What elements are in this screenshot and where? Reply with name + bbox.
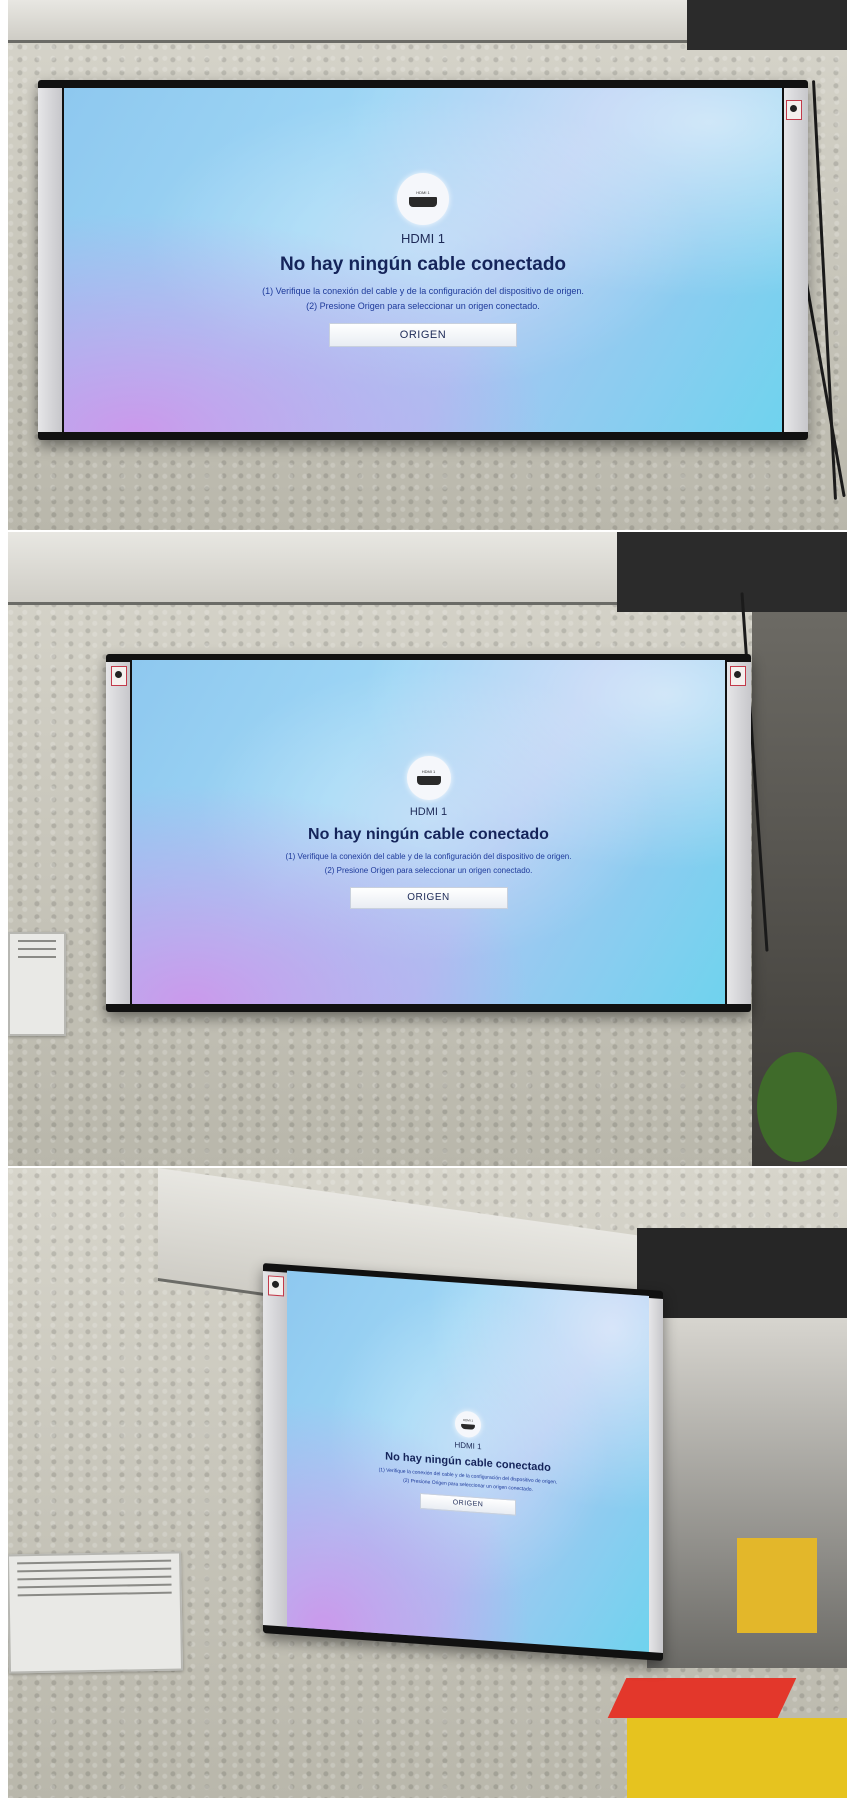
floor-pattern [627,1718,847,1798]
wall-plaque [8,932,66,1036]
hdmi-source-badge: HDMI 1 [397,173,449,225]
sticker-logo [111,666,127,686]
plant [757,1052,837,1162]
origen-button[interactable]: ORIGEN [420,1492,516,1516]
photo-1: HDMI 1 HDMI 1 No hay ningún cable conect… [8,0,847,530]
sticker-logo [786,100,802,120]
floor-pattern [607,1678,797,1718]
hint-line-2: (2) Presione Origen para seleccionar un … [306,301,540,311]
tv: HDMI 1 HDMI 1 No hay ningún cable conect… [106,654,751,1012]
wall-plaque [8,1551,184,1674]
tv-side-panel-right [649,1297,663,1653]
tv-screen: HDMI 1 HDMI 1 No hay ningún cable conect… [64,88,782,432]
hdmi-port-icon [416,776,441,785]
ceiling-opening [687,0,847,50]
tv-side-panel-left [38,88,62,432]
plaque-line [18,948,56,950]
hdmi-badge-text: HDMI 1 [421,769,436,774]
plaque-line [17,1591,172,1597]
source-label: HDMI 1 [409,805,448,818]
tv-side-panel-left [106,662,130,1004]
plaque-line [17,1583,172,1589]
tv: HDMI 1 HDMI 1 No hay ningún cable conect… [263,1263,663,1661]
plaque-line [17,1567,172,1573]
hint-line-2: (2) Presione Origen para seleccionar un … [324,865,533,875]
source-label: HDMI 1 [400,231,446,246]
plaque-line [18,956,56,958]
hdmi-source-badge: HDMI 1 [455,1409,481,1438]
hint-line-1: (1) Verifique la conexión del cable y de… [262,286,584,296]
origen-button[interactable]: ORIGEN [349,886,508,909]
hdmi-source-badge: HDMI 1 [406,755,451,800]
plaque-line [18,940,56,942]
no-cable-title: No hay ningún cable conectado [308,825,549,843]
tv-side-panel-right [727,662,751,1004]
plaque-line [17,1575,172,1581]
tv-screen: HDMI 1 HDMI 1 No hay ningún cable conect… [287,1270,649,1652]
hdmi-badge-text: HDMI 1 [416,190,430,195]
ceiling-opening [617,532,847,612]
plaque-line [17,1559,172,1565]
yellow-barrier [737,1538,817,1633]
hint-line-1: (1) Verifique la conexión del cable y de… [285,851,572,861]
tv-side-panel-left [263,1271,287,1627]
tv-side-panel-right [784,88,808,432]
tv-screen: HDMI 1 HDMI 1 No hay ningún cable conect… [132,660,725,1004]
photo-3: HDMI 1 HDMI 1 No hay ningún cable conect… [8,1168,847,1798]
sticker-logo [730,666,746,686]
photo-2: HDMI 1 HDMI 1 No hay ningún cable conect… [8,532,847,1166]
no-cable-title: No hay ningún cable conectado [279,254,567,275]
sticker-logo [268,1275,284,1297]
origen-button[interactable]: ORIGEN [329,323,517,347]
tv: HDMI 1 HDMI 1 No hay ningún cable conect… [38,80,808,440]
source-label: HDMI 1 [454,1439,482,1451]
hdmi-badge-text: HDMI 1 [462,1417,474,1423]
hdmi-port-icon [409,197,437,207]
hdmi-port-icon [461,1423,475,1430]
